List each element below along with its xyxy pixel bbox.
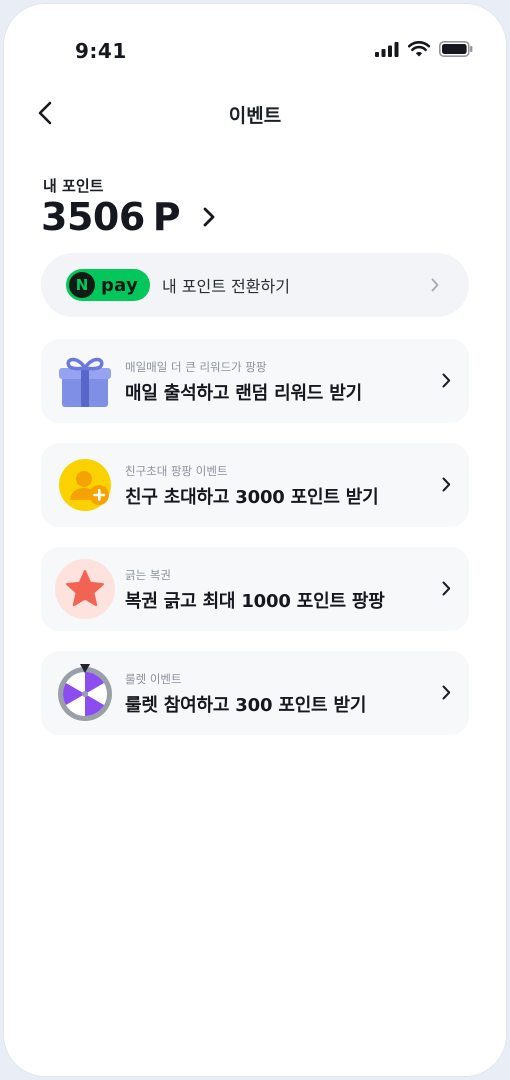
event-subtitle: 친구초대 팡팡 이벤트 <box>125 464 228 478</box>
chevron-right-icon <box>431 277 439 296</box>
points-summary[interactable]: 3506 P <box>41 195 215 239</box>
npay-logo-text: pay <box>101 274 139 296</box>
event-title: 복권 긁고 최대 1000 포인트 팡팡 <box>125 591 385 612</box>
event-subtitle: 매일매일 더 큰 리워드가 팡팡 <box>125 360 267 374</box>
chevron-right-icon <box>203 207 215 227</box>
event-card-daily-attendance[interactable]: 매일매일 더 큰 리워드가 팡팡 매일 출석하고 랜덤 리워드 받기 <box>41 339 469 423</box>
battery-icon <box>439 41 473 57</box>
event-card-invite-friend[interactable]: 친구초대 팡팡 이벤트 친구 초대하고 3000 포인트 받기 <box>41 443 469 527</box>
event-subtitle: 긁는 복권 <box>125 568 171 582</box>
chevron-right-icon <box>442 373 451 392</box>
npay-convert-button[interactable]: N pay 내 포인트 전환하기 <box>41 253 469 317</box>
event-card-roulette[interactable]: 룰렛 이벤트 룰렛 참여하고 300 포인트 받기 <box>41 651 469 735</box>
invite-friend-icon <box>59 459 111 511</box>
gift-icon <box>59 357 111 407</box>
star-icon <box>55 559 115 619</box>
points-value: 3506 <box>41 195 145 239</box>
event-subtitle: 룰렛 이벤트 <box>125 672 182 686</box>
points-label: 내 포인트 <box>43 177 104 195</box>
points-unit: P <box>152 195 181 239</box>
status-bar: 9:41 <box>3 3 507 83</box>
npay-convert-label: 내 포인트 전환하기 <box>162 277 290 296</box>
event-title: 친구 초대하고 3000 포인트 받기 <box>125 487 379 508</box>
chevron-right-icon <box>442 685 451 704</box>
npay-logo-n: N <box>69 272 95 298</box>
nav-bar: 이벤트 <box>3 91 507 135</box>
wifi-icon <box>408 41 430 57</box>
page-title: 이벤트 <box>228 105 282 127</box>
status-icons <box>375 41 473 57</box>
signal-icon <box>375 42 399 57</box>
npay-logo: N pay <box>66 269 150 301</box>
event-card-scratch-lottery[interactable]: 긁는 복권 복권 긁고 최대 1000 포인트 팡팡 <box>41 547 469 631</box>
event-title: 룰렛 참여하고 300 포인트 받기 <box>125 695 367 716</box>
chevron-right-icon <box>442 477 451 496</box>
event-title: 매일 출석하고 랜덤 리워드 받기 <box>125 383 362 404</box>
chevron-right-icon <box>442 581 451 600</box>
status-time: 9:41 <box>75 39 127 63</box>
phone-screen: 9:41 이벤트 내 포인트 3506 P N pay 내 포인트 전환하기 매… <box>3 3 507 1077</box>
roulette-icon <box>58 664 112 721</box>
